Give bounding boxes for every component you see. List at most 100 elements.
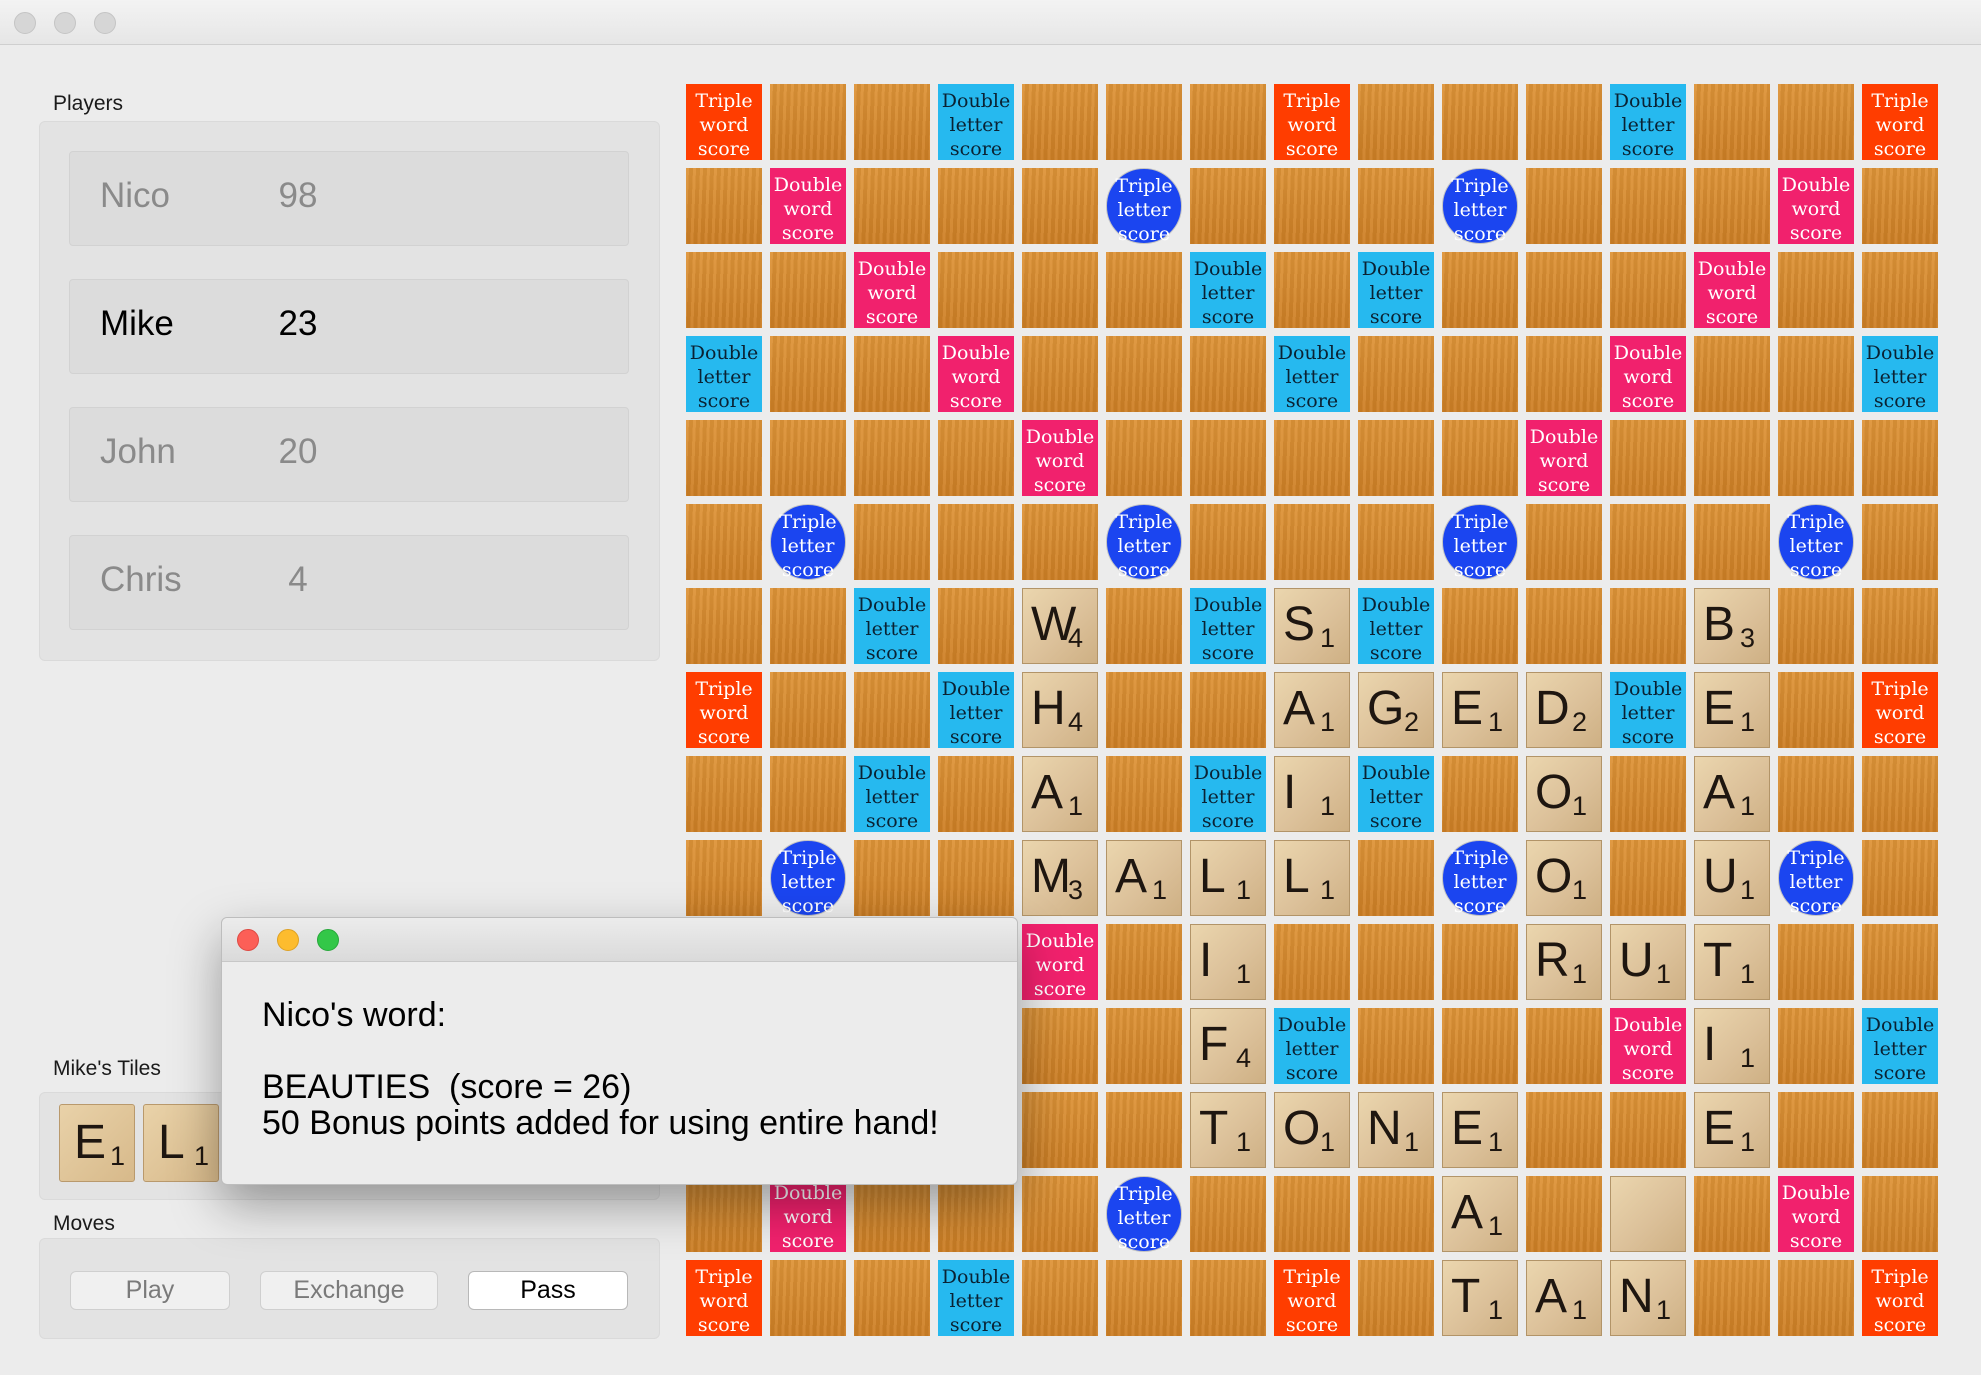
- board-square[interactable]: [1778, 1008, 1854, 1084]
- triple-word-square[interactable]: Triple word score: [1862, 672, 1938, 748]
- double-word-square[interactable]: Double word score: [938, 336, 1014, 412]
- board-square[interactable]: [770, 756, 846, 832]
- board-tile[interactable]: A1: [1106, 840, 1182, 916]
- board-tile[interactable]: W4: [1022, 588, 1098, 664]
- triple-letter-square[interactable]: Triple letter score: [1106, 168, 1182, 245]
- dialog-minimize-button[interactable]: [277, 929, 299, 951]
- board-tile[interactable]: S1: [1274, 588, 1350, 664]
- board-square[interactable]: [1022, 168, 1098, 244]
- board-square[interactable]: [854, 168, 930, 244]
- double-letter-square[interactable]: Double letter score: [854, 756, 930, 832]
- triple-letter-square[interactable]: Triple letter score: [1106, 504, 1182, 581]
- triple-letter-square[interactable]: Triple letter score: [1442, 504, 1518, 581]
- board-tile[interactable]: F4: [1190, 1008, 1266, 1084]
- board-square[interactable]: [1778, 1260, 1854, 1336]
- board-square[interactable]: [686, 420, 762, 496]
- rack-tile[interactable]: L1: [143, 1104, 219, 1182]
- board-square[interactable]: [854, 84, 930, 160]
- board-square[interactable]: [770, 672, 846, 748]
- double-word-square[interactable]: Double word score: [770, 168, 846, 244]
- board-square[interactable]: [1022, 336, 1098, 412]
- board-square[interactable]: [1274, 420, 1350, 496]
- board-square[interactable]: [1106, 336, 1182, 412]
- board-tile[interactable]: T1: [1694, 924, 1770, 1000]
- board-square[interactable]: [1190, 504, 1266, 580]
- triple-word-square[interactable]: Triple word score: [686, 84, 762, 160]
- board-tile[interactable]: T1: [1190, 1092, 1266, 1168]
- board-square[interactable]: [1862, 924, 1938, 1000]
- board-tile[interactable]: A1: [1526, 1260, 1602, 1336]
- board-tile[interactable]: I1: [1694, 1008, 1770, 1084]
- board-square[interactable]: [1862, 588, 1938, 664]
- triple-word-square[interactable]: Triple word score: [686, 1260, 762, 1336]
- board-square[interactable]: [1442, 1008, 1518, 1084]
- board-square[interactable]: [1526, 252, 1602, 328]
- board-square[interactable]: [1190, 672, 1266, 748]
- board-square[interactable]: [1778, 924, 1854, 1000]
- board-square[interactable]: [1190, 336, 1266, 412]
- board-square[interactable]: [1526, 1092, 1602, 1168]
- board-square[interactable]: [1778, 84, 1854, 160]
- board-square[interactable]: [1862, 420, 1938, 496]
- board-square[interactable]: [1526, 168, 1602, 244]
- board-square[interactable]: [1106, 420, 1182, 496]
- board-square[interactable]: [1358, 336, 1434, 412]
- board-square[interactable]: [1694, 420, 1770, 496]
- board-square[interactable]: [938, 756, 1014, 832]
- board-square[interactable]: [1106, 1008, 1182, 1084]
- board-square[interactable]: [938, 420, 1014, 496]
- board-square[interactable]: [1106, 672, 1182, 748]
- board-tile[interactable]: N1: [1610, 1260, 1686, 1336]
- board-square[interactable]: [1778, 336, 1854, 412]
- board-square[interactable]: [938, 840, 1014, 916]
- triple-word-square[interactable]: Triple word score: [1862, 84, 1938, 160]
- rack-tile[interactable]: E1: [59, 1104, 135, 1182]
- board-square[interactable]: [1190, 420, 1266, 496]
- board-square[interactable]: [938, 1176, 1014, 1252]
- double-letter-square[interactable]: Double letter score: [1358, 252, 1434, 328]
- board-square[interactable]: [1106, 252, 1182, 328]
- board-square[interactable]: [1106, 84, 1182, 160]
- board-square[interactable]: [1358, 1176, 1434, 1252]
- board-square[interactable]: [1526, 504, 1602, 580]
- board-square[interactable]: [1022, 1260, 1098, 1336]
- triple-letter-square[interactable]: Triple letter score: [770, 504, 846, 581]
- board-square[interactable]: [686, 588, 762, 664]
- board-square[interactable]: [686, 1176, 762, 1252]
- board-tile[interactable]: L1: [1190, 840, 1266, 916]
- board-square[interactable]: [1778, 588, 1854, 664]
- board-square[interactable]: [1022, 1092, 1098, 1168]
- board-square[interactable]: [1358, 504, 1434, 580]
- board-tile[interactable]: H4: [1022, 672, 1098, 748]
- board-tile[interactable]: M3: [1022, 840, 1098, 916]
- double-word-square[interactable]: Double word score: [1022, 420, 1098, 496]
- board-square[interactable]: [1610, 588, 1686, 664]
- board-square[interactable]: [770, 336, 846, 412]
- board-square[interactable]: [1694, 336, 1770, 412]
- board-square[interactable]: [1358, 420, 1434, 496]
- board-square[interactable]: [1022, 252, 1098, 328]
- board-tile[interactable]: U1: [1694, 840, 1770, 916]
- board-square[interactable]: [854, 504, 930, 580]
- double-letter-square[interactable]: Double letter score: [854, 588, 930, 664]
- board-square[interactable]: [1358, 84, 1434, 160]
- board-square[interactable]: [770, 420, 846, 496]
- board-square[interactable]: [1274, 168, 1350, 244]
- double-letter-square[interactable]: Double letter score: [1274, 336, 1350, 412]
- board-square[interactable]: [1358, 1008, 1434, 1084]
- board-square[interactable]: [1778, 1092, 1854, 1168]
- board-square[interactable]: [1526, 588, 1602, 664]
- double-word-square[interactable]: Double word score: [1610, 336, 1686, 412]
- triple-word-square[interactable]: Triple word score: [1274, 84, 1350, 160]
- board-square[interactable]: [1442, 588, 1518, 664]
- double-word-square[interactable]: Double word score: [1526, 420, 1602, 496]
- board-square[interactable]: [938, 252, 1014, 328]
- board-square[interactable]: [1274, 1176, 1350, 1252]
- double-word-square[interactable]: Double word score: [1022, 924, 1098, 1000]
- double-word-square[interactable]: Double word score: [1778, 1176, 1854, 1252]
- board-square[interactable]: [1442, 336, 1518, 412]
- board-square[interactable]: [1526, 1176, 1602, 1252]
- double-letter-square[interactable]: Double letter score: [1610, 84, 1686, 160]
- board-square[interactable]: [1862, 1176, 1938, 1252]
- board-square[interactable]: [1442, 756, 1518, 832]
